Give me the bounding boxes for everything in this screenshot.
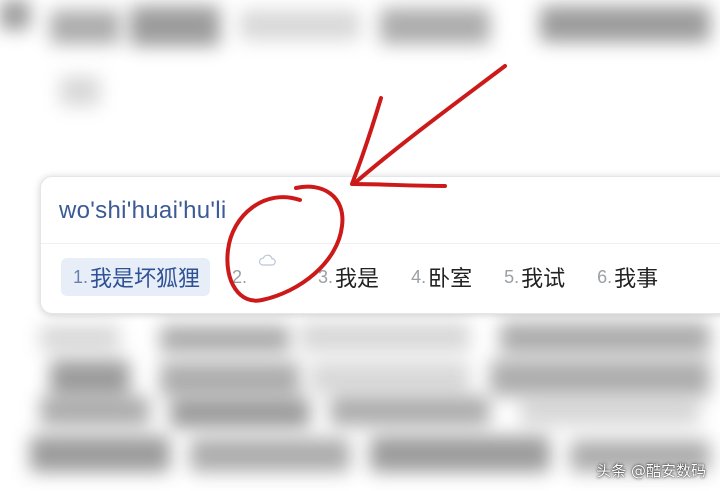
- blurred-text: [40, 396, 150, 426]
- blurred-text: [500, 322, 710, 354]
- candidate-number: 5.: [504, 266, 520, 287]
- candidate-text: 我是坏狐狸: [90, 267, 201, 292]
- candidate-list: 1. 我是坏狐狸 2. 3. 我是 4. 卧室 5. 我试 6. 我事: [61, 254, 680, 297]
- candidate-number: 2.: [232, 266, 248, 287]
- blurred-text: [50, 10, 120, 44]
- cloud-icon: [258, 254, 276, 266]
- blurred-text: [330, 396, 490, 426]
- blurred-text: [190, 438, 350, 472]
- candidate-number: 6.: [597, 266, 613, 287]
- blurred-text: [160, 362, 300, 396]
- ime-candidate-window: wo'shi'huai'hu'li 1. 我是坏狐狸 2. 3. 我是 4. 卧…: [40, 176, 720, 314]
- candidate-number: 1.: [73, 266, 89, 287]
- watermark: 头条 @酷安数码: [596, 462, 706, 480]
- candidate-6[interactable]: 6. 我事: [587, 258, 668, 296]
- candidate-3[interactable]: 3. 我是: [308, 258, 389, 296]
- candidate-number: 4.: [411, 266, 427, 287]
- blurred-text: [370, 436, 550, 472]
- blurred-text: [60, 76, 100, 106]
- candidate-text: 卧室: [428, 267, 473, 292]
- blurred-text: [520, 396, 700, 426]
- blurred-text: [540, 6, 710, 42]
- blurred-text: [40, 325, 120, 351]
- blurred-text: [310, 362, 470, 394]
- blurred-text: [50, 360, 130, 396]
- blurred-text: [490, 360, 710, 396]
- candidate-5[interactable]: 5. 我试: [494, 258, 575, 296]
- candidate-1[interactable]: 1. 我是坏狐狸: [61, 258, 211, 296]
- blurred-text: [170, 398, 310, 428]
- candidate-text: 我事: [614, 267, 659, 292]
- divider: [41, 243, 720, 244]
- blurred-text: [300, 322, 470, 352]
- blurred-text: [30, 436, 170, 472]
- candidate-text: 我试: [521, 267, 566, 292]
- blurred-text: [240, 10, 360, 40]
- candidate-number: 3.: [318, 266, 334, 287]
- blurred-text: [160, 325, 290, 353]
- blurred-text: [0, 0, 30, 30]
- candidate-text: 我是: [335, 267, 380, 292]
- pinyin-composition: wo'shi'huai'hu'li: [59, 197, 227, 224]
- candidate-2-cloud[interactable]: 2.: [222, 254, 296, 296]
- blurred-text: [380, 8, 490, 44]
- candidate-4[interactable]: 4. 卧室: [401, 258, 482, 296]
- blurred-text: [130, 6, 220, 46]
